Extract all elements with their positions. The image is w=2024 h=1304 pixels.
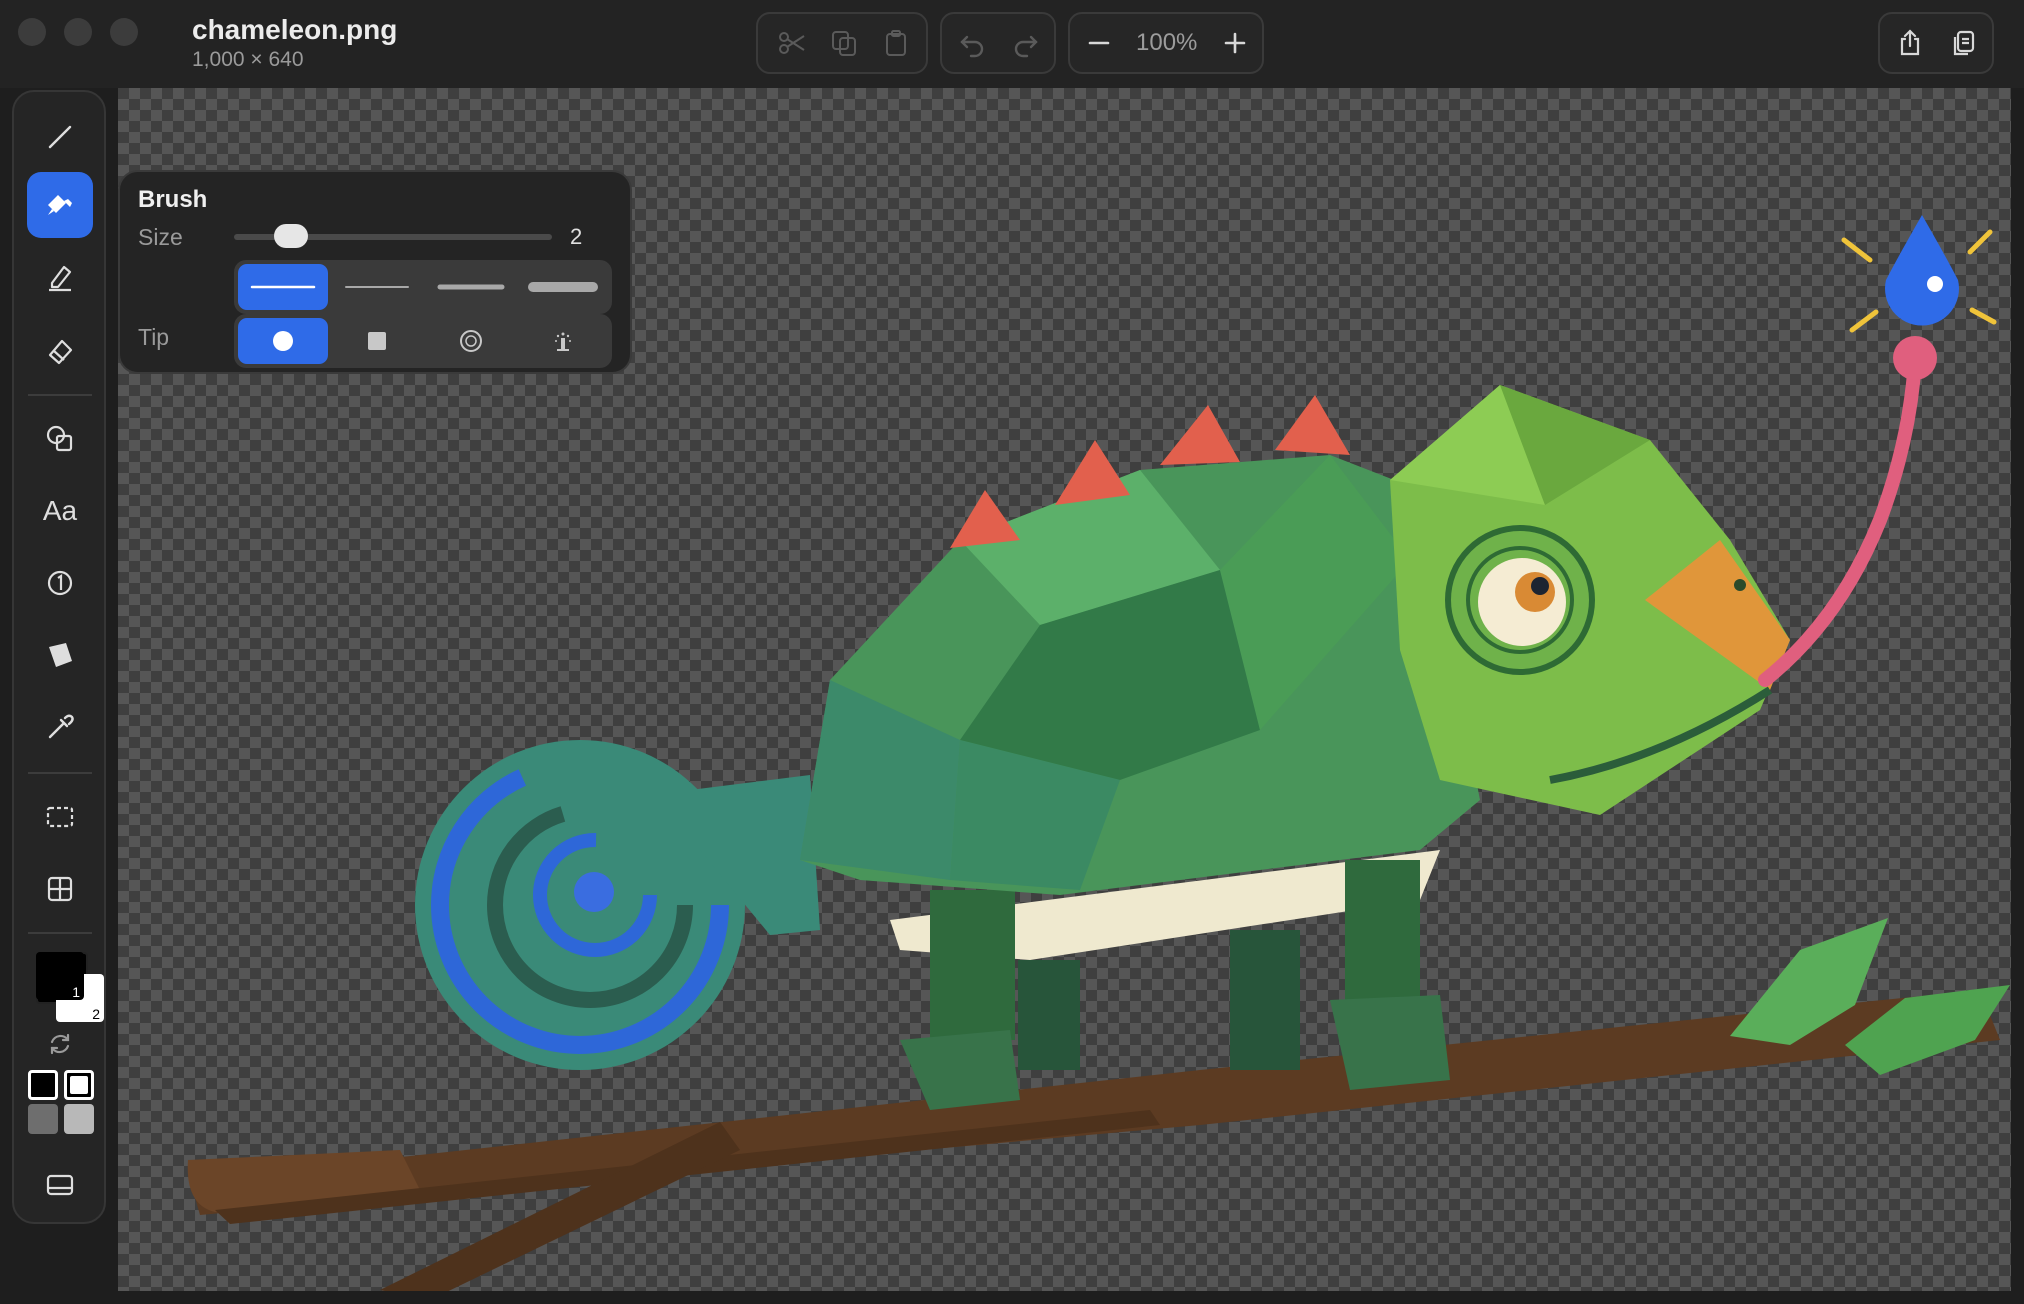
tip-square-option[interactable] — [332, 318, 422, 364]
brush-icon — [48, 195, 72, 215]
minimize-window-button[interactable] — [64, 18, 92, 46]
toggle-panel-button[interactable] — [27, 1152, 93, 1218]
grid-icon — [47, 876, 73, 902]
tip-label: Tip — [138, 324, 170, 350]
stroke-smooth-option[interactable] — [238, 264, 328, 310]
title-bar: chameleon.png 1,000 × 640 100% — [0, 0, 2024, 88]
swap-colors-button[interactable] — [44, 1028, 76, 1060]
fill-bucket-icon — [49, 643, 72, 667]
number-tool[interactable] — [27, 550, 93, 616]
maximize-window-button[interactable] — [110, 18, 138, 46]
tip-round-option[interactable] — [238, 318, 328, 364]
stroke-style-selector — [234, 260, 612, 314]
duplicate-button[interactable] — [1938, 14, 1990, 72]
primary-color-front: 1 — [36, 952, 84, 1000]
tip-ring-option[interactable] — [426, 318, 516, 364]
brush-tool[interactable] — [27, 172, 93, 238]
preset-gray-light[interactable] — [64, 1104, 94, 1134]
copy-button[interactable] — [818, 14, 870, 72]
shapes-tool[interactable] — [27, 406, 93, 472]
primary-color-label-front: 1 — [72, 984, 80, 1000]
cut-button[interactable] — [766, 14, 818, 72]
preset-black-white[interactable] — [28, 1070, 58, 1100]
scissors-icon — [779, 32, 805, 54]
eyedropper-icon — [48, 714, 74, 739]
pen-icon — [48, 125, 72, 149]
thin-line-icon — [250, 285, 316, 289]
select-tool[interactable] — [27, 784, 93, 850]
zoom-out-button[interactable] — [1074, 14, 1124, 72]
preset-gray-dark[interactable] — [28, 1104, 58, 1134]
shapes-icon — [46, 425, 73, 452]
secondary-color-label: 2 — [92, 1006, 100, 1022]
size-slider-track[interactable] — [234, 224, 552, 248]
undo-icon — [960, 35, 984, 58]
tip-spray-option[interactable] — [518, 318, 608, 364]
zoom-in-icon — [1224, 32, 1246, 54]
square-tip-icon — [368, 332, 386, 350]
thin-line-icon — [345, 286, 409, 288]
zoom-level[interactable]: 100% — [1136, 14, 1197, 72]
close-window-button[interactable] — [18, 18, 46, 46]
image-dimensions: 1,000 × 640 — [192, 48, 304, 71]
size-value: 2 — [570, 224, 583, 249]
redo-icon — [1014, 35, 1038, 58]
export-group — [1878, 12, 1994, 74]
paste-button[interactable] — [870, 14, 922, 72]
stroke-medium-option[interactable] — [426, 264, 516, 310]
text-tool[interactable]: Aa — [27, 478, 93, 544]
zoom-group: 100% — [1068, 12, 1264, 74]
pen-tool[interactable] — [27, 104, 93, 170]
copy-icon — [832, 31, 856, 56]
panel-title: Brush — [138, 186, 208, 213]
share-icon — [1900, 29, 1920, 56]
numbered-circle-icon — [47, 570, 73, 596]
panel-icon — [46, 1174, 74, 1196]
share-button[interactable] — [1884, 14, 1936, 72]
history-group — [940, 12, 1056, 74]
round-tip-icon — [273, 331, 293, 351]
zoom-out-icon — [1088, 41, 1110, 45]
undo-button[interactable] — [946, 14, 998, 72]
grid-tool[interactable] — [27, 856, 93, 922]
toolbar-divider — [28, 772, 92, 774]
toolbar-divider — [28, 932, 92, 934]
clipboard-group — [756, 12, 928, 74]
tip-selector — [234, 314, 612, 368]
brush-options-panel: Brush Size 2 Tip — [118, 170, 632, 374]
duplicate-icon — [1953, 30, 1975, 56]
highlighter-tool[interactable] — [27, 244, 93, 310]
redo-button[interactable] — [1000, 14, 1052, 72]
eraser-icon — [48, 339, 73, 365]
stroke-thick-option[interactable] — [518, 264, 608, 310]
file-name: chameleon.png — [192, 14, 398, 45]
ring-tip-icon — [460, 330, 482, 352]
text-tool-label: Aa — [42, 495, 78, 526]
thick-line-icon — [528, 282, 598, 292]
swap-icon — [50, 1033, 70, 1055]
marquee-select-icon — [46, 806, 74, 828]
eyedropper-tool[interactable] — [27, 694, 93, 760]
spray-tip-icon — [555, 332, 571, 351]
medium-line-icon — [437, 284, 505, 290]
paste-icon — [886, 30, 906, 56]
eraser-tool[interactable] — [27, 318, 93, 384]
size-label: Size — [138, 224, 183, 250]
fill-tool[interactable] — [27, 622, 93, 688]
preset-white-black[interactable] — [64, 1070, 94, 1100]
tool-palette: Aa 1 2 1 — [12, 90, 106, 1224]
highlighter-icon — [49, 265, 72, 292]
size-slider-thumb[interactable] — [273, 224, 308, 248]
zoom-in-button[interactable] — [1210, 14, 1260, 72]
stroke-thin-option[interactable] — [332, 264, 422, 310]
toolbar-divider — [28, 394, 92, 396]
